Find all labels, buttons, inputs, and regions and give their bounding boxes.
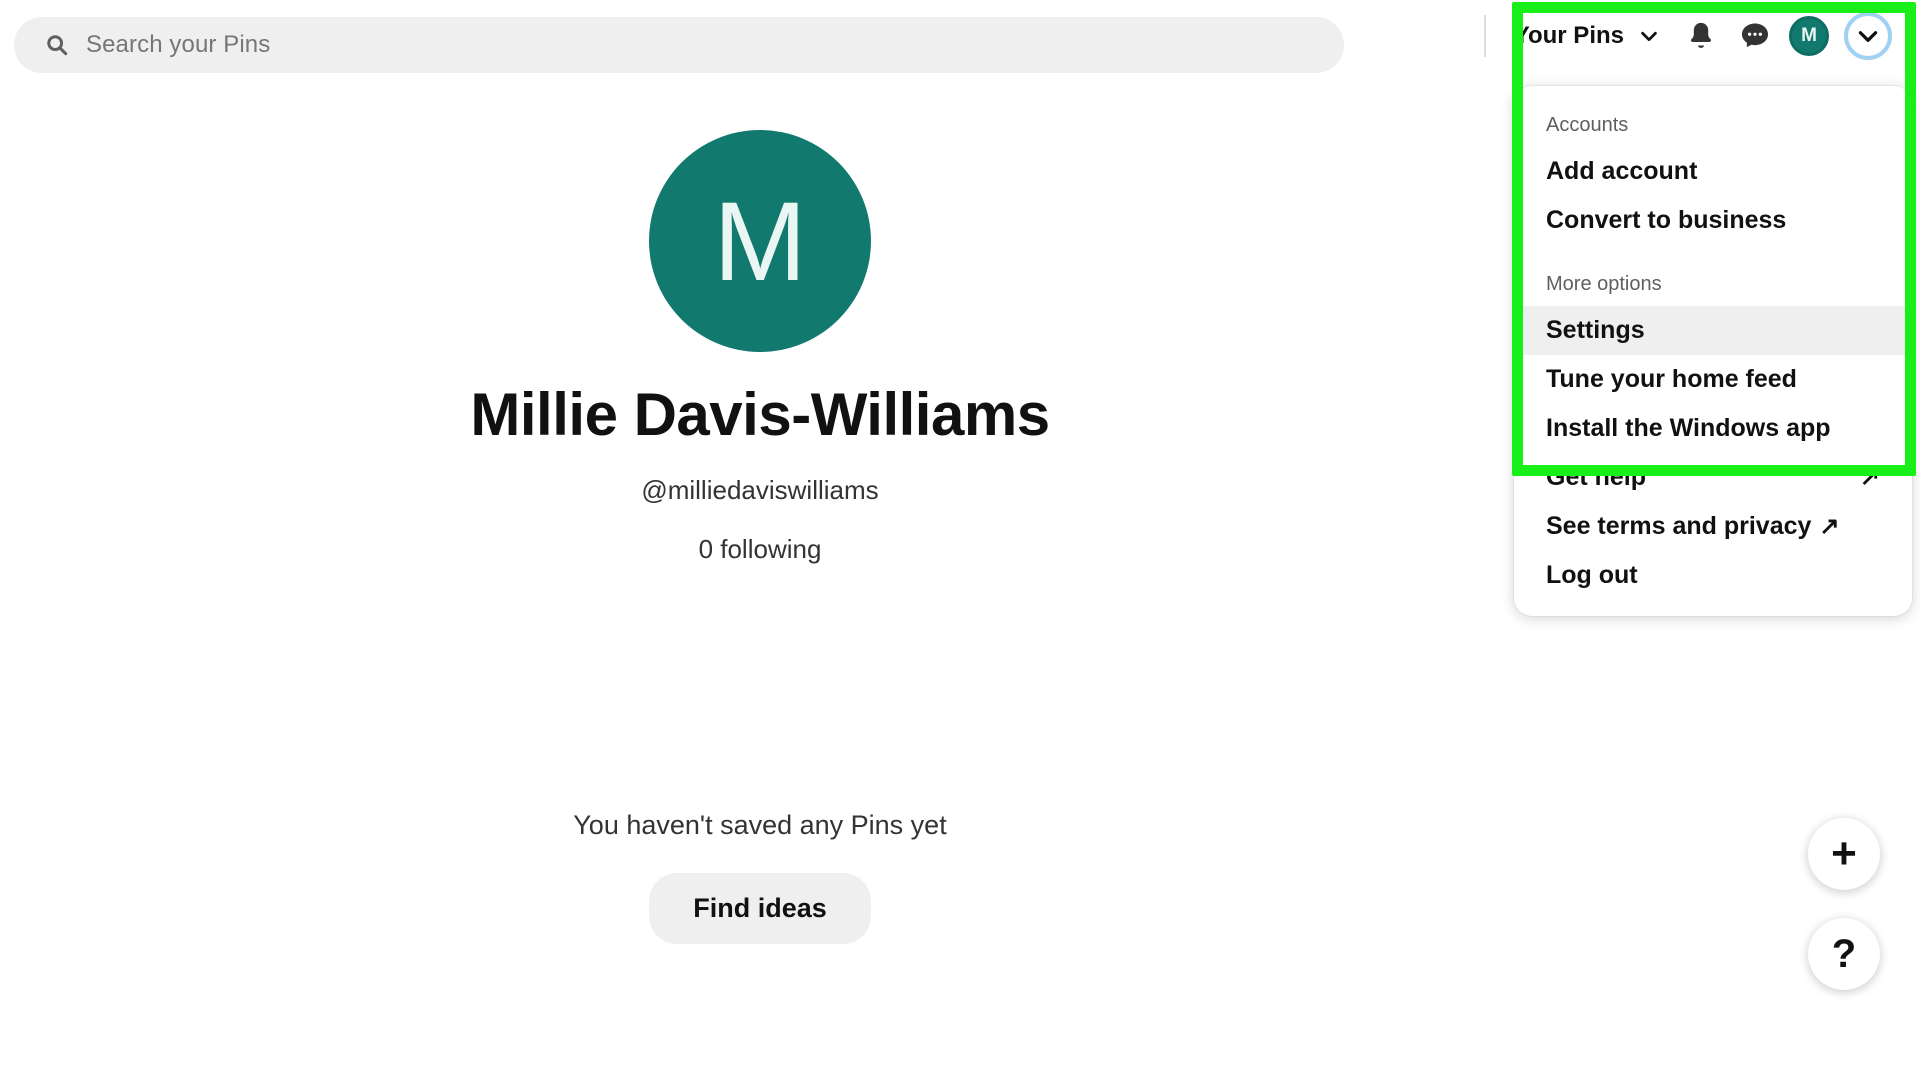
menu-item-get-help[interactable]: Get help ↗ [1514,453,1912,502]
empty-state-message: You haven't saved any Pins yet [573,810,947,840]
menu-section-label-more-options: More options [1546,273,1662,295]
menu-item-label: Get help [1546,463,1647,491]
menu-item-see-terms-and-privacy[interactable]: See terms and privacy ↗ [1514,502,1912,551]
menu-item-tune-your-home-feed[interactable]: Tune your home feed [1514,355,1912,404]
chevron-down-icon [1858,31,1878,42]
plus-icon: + [1831,829,1857,878]
bell-icon [1691,22,1711,48]
empty-state: You haven't saved any Pins yet Find idea… [0,810,1520,944]
menu-item-label: Tune your home feed [1546,365,1797,393]
menu-separator [1514,245,1912,267]
find-ideas-button[interactable]: Find ideas [649,873,871,944]
create-button[interactable]: + [1808,818,1880,890]
header-right-cluster: Your Pins M [1483,0,1920,72]
menu-item-log-out[interactable]: Log out [1514,551,1912,600]
your-pins-tab[interactable]: Your Pins [1504,22,1634,50]
menu-item-label: Settings [1546,316,1645,344]
menu-item-label: See terms and privacy [1546,512,1812,540]
external-link-icon: ↗ [1859,464,1880,491]
account-dropdown-menu: Accounts Add account Convert to business… [1514,86,1912,616]
menu-item-settings[interactable]: Settings [1514,306,1912,355]
question-mark-icon: ? [1831,932,1857,976]
profile-avatar: M [649,130,871,352]
chevron-down-icon[interactable] [1638,25,1660,47]
menu-item-label: Install the Windows app [1546,414,1831,442]
search-icon [47,35,68,56]
menu-item-install-the-windows-app[interactable]: Install the Windows app [1514,404,1912,453]
account-avatar-button[interactable]: M [1782,9,1836,63]
page-title: Millie Davis-Williams [470,381,1050,448]
header-divider [1483,15,1486,57]
help-button[interactable]: ? [1808,918,1880,990]
profile-handle: @milliedaviswilliams [641,475,879,505]
messages-button[interactable] [1728,9,1782,63]
menu-item-label: Convert to business [1546,206,1787,234]
search-input[interactable]: Search your Pins [14,17,1344,73]
avatar: M [1789,16,1829,56]
notifications-button[interactable] [1674,9,1728,63]
menu-section-label-accounts: Accounts [1546,114,1629,136]
menu-item-convert-to-business[interactable]: Convert to business [1514,196,1912,245]
profile-following-count: 0 following [698,534,822,564]
menu-item-add-account[interactable]: Add account [1514,147,1912,196]
profile-header: M Millie Davis-Williams @milliedaviswill… [0,130,1520,565]
menu-item-label: Add account [1546,157,1698,185]
chat-icon [1741,23,1769,48]
external-link-icon: ↗ [1819,513,1840,540]
top-header: Search your Pins Your Pins M [0,0,1920,73]
pinterest-profile-page: Search your Pins Your Pins M M Millie Da… [0,0,1920,1080]
account-menu-toggle[interactable] [1844,12,1892,60]
search-placeholder-text: Search your Pins [86,31,271,58]
menu-item-label: Log out [1546,561,1638,589]
